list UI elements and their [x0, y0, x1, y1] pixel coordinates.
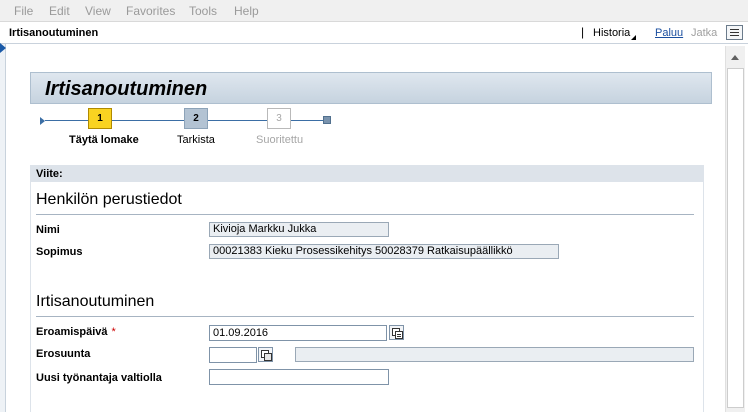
menu-edit[interactable]: Edit	[49, 4, 70, 18]
erosuunta-label: Erosuunta	[36, 348, 91, 360]
section-divider	[36, 214, 694, 215]
section-title-perustiedot: Henkilön perustiedot	[36, 191, 182, 208]
title-separator: |	[581, 25, 585, 39]
title-bar: Irtisanoutuminen | Historia Paluu Jatka	[0, 22, 748, 44]
menu-tools[interactable]: Tools	[189, 4, 217, 18]
window-title: Irtisanoutuminen	[9, 27, 99, 39]
roadmap-step-3: 3	[267, 108, 291, 129]
historia-button[interactable]: Historia	[593, 27, 630, 39]
scroll-thumb[interactable]	[727, 68, 744, 408]
uusi-tyonantaja-label: Uusi työnantaja valtiolla	[36, 372, 162, 384]
erosuunta-description	[295, 347, 694, 362]
roadmap-step-2-label[interactable]: Tarkista	[177, 134, 215, 146]
roadmap-start-icon	[40, 117, 45, 125]
menu-view[interactable]: View	[85, 4, 111, 18]
menu-help[interactable]: Help	[234, 4, 259, 18]
roadmap-connector	[208, 120, 267, 121]
required-marker: *	[111, 326, 116, 338]
eroamispaiva-label: Eroamispäivä *	[36, 326, 116, 338]
section-divider	[36, 316, 694, 317]
roadmap-step-3-label: Suoritettu	[256, 134, 304, 146]
jatka-link: Jatka	[691, 27, 718, 39]
sopimus-field: 00021383 Kieku Prosessikehitys 50028379 …	[209, 244, 559, 259]
roadmap-end-icon	[323, 116, 331, 124]
roadmap-step-1[interactable]: 1	[88, 108, 112, 129]
roadmap-step-1-label[interactable]: Täytä lomake	[69, 134, 139, 146]
roadmap-step-2[interactable]: 2	[184, 108, 208, 129]
historia-dropdown-icon[interactable]	[631, 35, 636, 40]
paluu-link[interactable]: Paluu	[655, 27, 683, 39]
uusi-tyonantaja-input[interactable]	[209, 369, 389, 385]
page-header: Irtisanoutuminen	[30, 72, 712, 104]
viite-bar	[30, 165, 704, 182]
calendar-icon[interactable]	[389, 325, 404, 340]
navigation-strip[interactable]	[0, 44, 6, 412]
roadmap-connector	[45, 120, 88, 121]
value-help-icon[interactable]	[258, 347, 273, 362]
nimi-field: Kivioja Markku Jukka	[209, 222, 389, 237]
eroamispaiva-input[interactable]: 01.09.2016	[209, 325, 387, 341]
section-title-irtisanoutuminen: Irtisanoutuminen	[36, 293, 155, 310]
scroll-up-arrow-icon[interactable]	[731, 55, 739, 60]
erosuunta-input[interactable]	[209, 347, 257, 363]
menu-bar: File Edit View Favorites Tools Help	[0, 0, 748, 22]
nimi-label: Nimi	[36, 224, 60, 236]
sopimus-label: Sopimus	[36, 246, 83, 258]
menu-favorites[interactable]: Favorites	[126, 4, 175, 18]
page-title: Irtisanoutuminen	[45, 78, 208, 100]
roadmap-connector	[112, 120, 184, 121]
menu-file[interactable]: File	[14, 4, 33, 18]
menu-list-icon[interactable]	[726, 25, 743, 40]
roadmap-connector	[291, 120, 323, 121]
expand-arrow-icon[interactable]	[0, 43, 6, 53]
viite-label: Viite:	[36, 168, 63, 180]
